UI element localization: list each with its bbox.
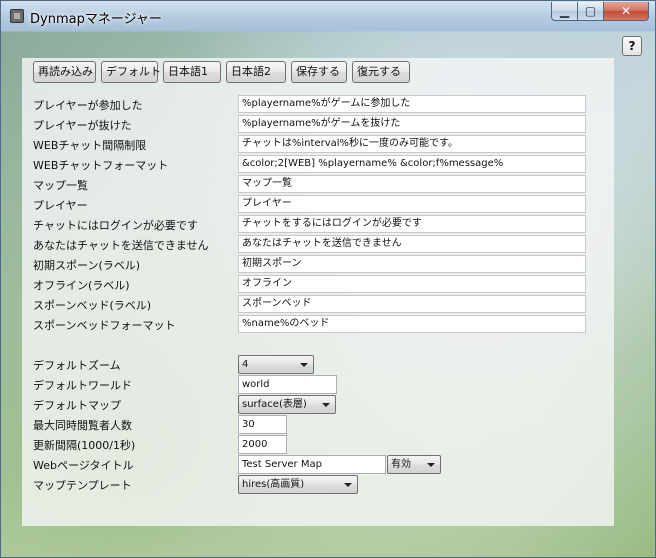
- restore-button[interactable]: 復元する: [352, 61, 410, 83]
- message-label: スポーンベッド(ラベル): [33, 299, 152, 312]
- reload-button[interactable]: 再読み込み: [33, 61, 96, 83]
- default-world-input[interactable]: world: [238, 375, 337, 394]
- max-viewers-input[interactable]: 30: [238, 415, 287, 434]
- message-label: スポーンベッドフォーマット: [33, 319, 176, 332]
- default-map-select[interactable]: surface(表層): [238, 395, 336, 414]
- message-field[interactable]: 初期スポーン: [238, 255, 586, 273]
- japanese-2-button[interactable]: 日本語2: [226, 61, 286, 83]
- page-title-input[interactable]: Test Server Map: [238, 455, 386, 474]
- message-field[interactable]: %playername%がゲームを抜けた: [238, 115, 586, 133]
- chevron-down-icon: [427, 463, 435, 467]
- message-label: チャットにはログインが必要です: [33, 219, 198, 232]
- default-zoom-value: 4: [242, 359, 249, 370]
- default-zoom-label: デフォルトズーム: [33, 359, 121, 372]
- message-label: WEBチャットフォーマット: [33, 159, 169, 172]
- message-field[interactable]: %playername%がゲームに参加した: [238, 95, 586, 113]
- update-interval-input[interactable]: 2000: [238, 435, 287, 454]
- message-field[interactable]: マップ一覧: [238, 175, 586, 193]
- message-field[interactable]: チャットは%interval%秒に一度のみ可能です。: [238, 135, 586, 153]
- app-icon: [10, 9, 24, 23]
- minimize-button[interactable]: ▁: [551, 2, 578, 21]
- save-button[interactable]: 保存する: [291, 61, 347, 83]
- message-label: プレイヤーが参加した: [33, 99, 143, 112]
- message-label: 初期スポーン(ラベル): [33, 259, 141, 272]
- update-interval-label: 更新間隔(1000/1秒): [33, 439, 136, 452]
- message-label: あなたはチャットを送信できません: [33, 239, 209, 252]
- window-title: Dynmapマネージャー: [30, 12, 162, 27]
- chevron-down-icon: [322, 403, 330, 407]
- chevron-down-icon: [344, 483, 352, 487]
- japanese-1-button[interactable]: 日本語1: [163, 61, 221, 83]
- window-controls: ▁ ▢ ✕: [551, 2, 649, 22]
- chevron-down-icon: [300, 363, 308, 367]
- maximize-button[interactable]: ▢: [578, 2, 604, 21]
- message-label: マップ一覧: [33, 179, 88, 192]
- message-label: WEBチャット間隔制限: [33, 139, 147, 152]
- default-button[interactable]: デフォルト: [101, 61, 161, 83]
- default-world-label: デフォルトワールド: [33, 379, 132, 392]
- message-label: プレイヤーが抜けた: [33, 119, 132, 132]
- map-template-value: hires(高画質): [242, 479, 305, 490]
- toolbar: 再読み込み デフォルト 日本語1 日本語2 保存する 復元する: [33, 61, 415, 83]
- message-label: オフライン(ラベル): [33, 279, 130, 292]
- message-label: プレイヤー: [33, 199, 88, 212]
- message-field[interactable]: スポーンベッド: [238, 295, 586, 313]
- default-zoom-select[interactable]: 4: [238, 355, 314, 374]
- help-button[interactable]: ?: [622, 36, 642, 56]
- page-title-toggle-value: 有効: [391, 459, 411, 470]
- map-template-select[interactable]: hires(高画質): [238, 475, 358, 494]
- message-field[interactable]: &color;2[WEB] %playername% &color;f%mess…: [238, 155, 586, 173]
- message-field[interactable]: %name%のベッド: [238, 315, 586, 333]
- default-map-label: デフォルトマップ: [33, 399, 121, 412]
- title-bar[interactable]: Dynmapマネージャー ▁ ▢ ✕: [1, 1, 655, 31]
- message-field[interactable]: プレイヤー: [238, 195, 586, 213]
- message-field[interactable]: チャットをするにはログインが必要です: [238, 215, 586, 233]
- close-button[interactable]: ✕: [604, 2, 649, 21]
- page-title-toggle-select[interactable]: 有効: [387, 455, 441, 474]
- message-field[interactable]: オフライン: [238, 275, 586, 293]
- max-viewers-label: 最大同時閲覧者人数: [33, 419, 132, 432]
- default-map-value: surface(表層): [242, 399, 307, 410]
- message-field[interactable]: あなたはチャットを送信できません: [238, 235, 586, 253]
- page-title-label: Webページタイトル: [33, 459, 134, 472]
- map-template-label: マップテンプレート: [33, 479, 132, 492]
